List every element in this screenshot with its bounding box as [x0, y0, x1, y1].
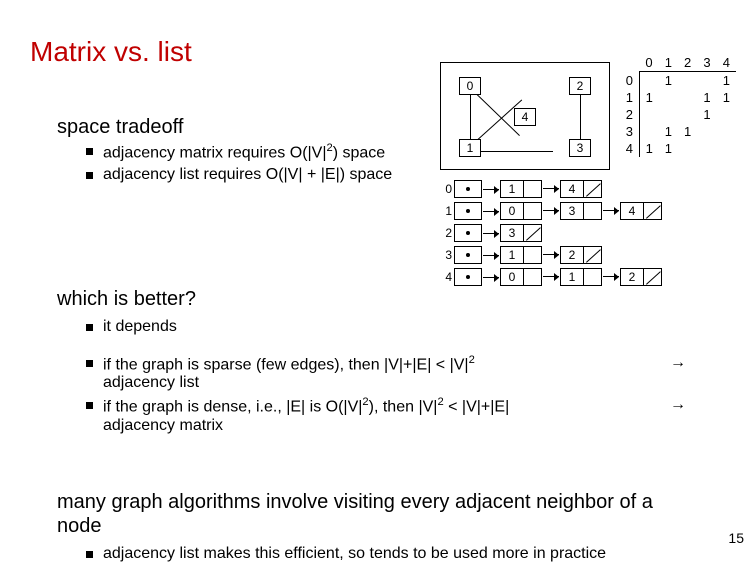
matrix-cell	[717, 106, 736, 123]
bullet-square-icon	[86, 402, 93, 409]
matrix-cell: 1	[717, 72, 736, 90]
matrix-col-header: 4	[717, 54, 736, 72]
adjlist-row: 2 3	[440, 222, 730, 244]
bullet-text: adjacency list requires O(|V| + |E|) spa…	[103, 166, 466, 184]
bullet-sparse: if the graph is sparse (few edges), then…	[86, 354, 686, 392]
adjlist-node: 1	[500, 246, 542, 264]
adjlist-index: 2	[440, 226, 454, 240]
matrix-cell	[678, 72, 697, 90]
bullet-text: if the graph is sparse (few edges), then…	[103, 354, 686, 392]
bullet-square-icon	[86, 148, 93, 155]
matrix-cell: 1	[639, 89, 658, 106]
adjlist-node: 3	[560, 202, 602, 220]
adjlist-row: 3 1 2	[440, 244, 730, 266]
adjlist-node: 2	[560, 246, 602, 264]
bullet-text: if the graph is dense, i.e., |E| is O(|V…	[103, 396, 686, 434]
adjlist-node: 1	[500, 180, 542, 198]
matrix-cell: 1	[659, 123, 678, 140]
matrix-cell	[659, 106, 678, 123]
adjlist-head	[454, 202, 482, 220]
matrix-cell	[639, 123, 658, 140]
matrix-cell	[717, 140, 736, 157]
bullet-text: it depends	[103, 318, 686, 336]
adjlist-row: 4 0 1 2	[440, 266, 730, 288]
matrix-cell: 1	[717, 89, 736, 106]
adjlist-node: 0	[500, 268, 542, 286]
matrix-col-header: 0	[639, 54, 658, 72]
heading-space-tradeoff: space tradeoff	[57, 116, 183, 139]
bullet-efficient: adjacency list makes this efficient, so …	[86, 545, 726, 563]
matrix-cell	[678, 140, 697, 157]
matrix-cell: 1	[659, 140, 678, 157]
adjlist-row: 0 1 4	[440, 178, 730, 200]
page-number: 15	[728, 530, 744, 546]
bullet-it-depends: it depends	[86, 318, 686, 336]
graph-node: 3	[569, 139, 591, 157]
matrix-cell: 1	[697, 106, 716, 123]
matrix-cell: 1	[697, 89, 716, 106]
bullet-matrix-space: adjacency matrix requires O(|V|2) space	[86, 142, 466, 162]
adjlist-row: 1 0 3 4	[440, 200, 730, 222]
adjlist-index: 4	[440, 270, 454, 284]
adjlist-index: 0	[440, 182, 454, 196]
adjlist-index: 1	[440, 204, 454, 218]
matrix-cell	[639, 72, 658, 90]
adjlist-node: 0	[500, 202, 542, 220]
matrix-cell	[678, 106, 697, 123]
adjlist-head	[454, 224, 482, 242]
matrix-col-header: 3	[697, 54, 716, 72]
bullet-square-icon	[86, 551, 93, 558]
bullets-space-tradeoff: adjacency matrix requires O(|V|2) space …	[86, 142, 466, 188]
adjlist-node: 2	[620, 268, 662, 286]
matrix-row-header: 0	[620, 72, 639, 90]
bullets-many: adjacency list makes this efficient, so …	[86, 545, 726, 567]
graph-node: 2	[569, 77, 591, 95]
graph-node: 0	[459, 77, 481, 95]
matrix-cell	[717, 123, 736, 140]
matrix-row-header: 3	[620, 123, 639, 140]
bullet-square-icon	[86, 172, 93, 179]
bullet-text: adjacency matrix requires O(|V|2) space	[103, 142, 466, 162]
adjlist-node: 4	[620, 202, 662, 220]
adjlist-head	[454, 246, 482, 264]
matrix-cell: 1	[678, 123, 697, 140]
graph-node: 4	[514, 108, 536, 126]
bullet-square-icon	[86, 324, 93, 331]
matrix-cell	[639, 106, 658, 123]
matrix-cell	[697, 123, 716, 140]
adjlist-index: 3	[440, 248, 454, 262]
graph-node: 1	[459, 139, 481, 157]
matrix-cell	[697, 72, 716, 90]
arrow-icon: →	[656, 354, 686, 392]
matrix-row-header: 2	[620, 106, 639, 123]
heading-many-algorithms: many graph algorithms involve visiting e…	[57, 490, 687, 538]
matrix-col-header: 1	[659, 54, 678, 72]
adjlist-node: 3	[500, 224, 542, 242]
arrow-icon: →	[656, 396, 686, 434]
matrix-cell	[659, 89, 678, 106]
matrix-col-header: 2	[678, 54, 697, 72]
graph-diagram: 0 2 4 1 3	[440, 62, 610, 170]
adjlist-node: 4	[560, 180, 602, 198]
adjacency-list-diagram: 0 1 4 1 0 3 4 2 3 3 1 2 4 0 1 2	[440, 178, 730, 288]
page-title: Matrix vs. list	[30, 36, 192, 68]
matrix-row-header: 1	[620, 89, 639, 106]
bullet-square-icon	[86, 360, 93, 367]
adjlist-head	[454, 268, 482, 286]
bullet-list-space: adjacency list requires O(|V| + |E|) spa…	[86, 166, 466, 184]
matrix-cell: 1	[639, 140, 658, 157]
matrix-cell: 1	[659, 72, 678, 90]
bullets-which-better: it depends if the graph is sparse (few e…	[86, 318, 686, 439]
matrix-cell	[678, 89, 697, 106]
heading-which-better: which is better?	[57, 288, 196, 311]
adjlist-node: 1	[560, 268, 602, 286]
adjacency-matrix: 0 1 2 3 4 0 1 1 1 1 1 1 2 1	[620, 54, 736, 161]
bullet-dense: if the graph is dense, i.e., |E| is O(|V…	[86, 396, 686, 434]
bullet-text: adjacency list makes this efficient, so …	[103, 545, 726, 563]
matrix-row-header: 4	[620, 140, 639, 157]
matrix-cell	[697, 140, 716, 157]
adjlist-head	[454, 180, 482, 198]
